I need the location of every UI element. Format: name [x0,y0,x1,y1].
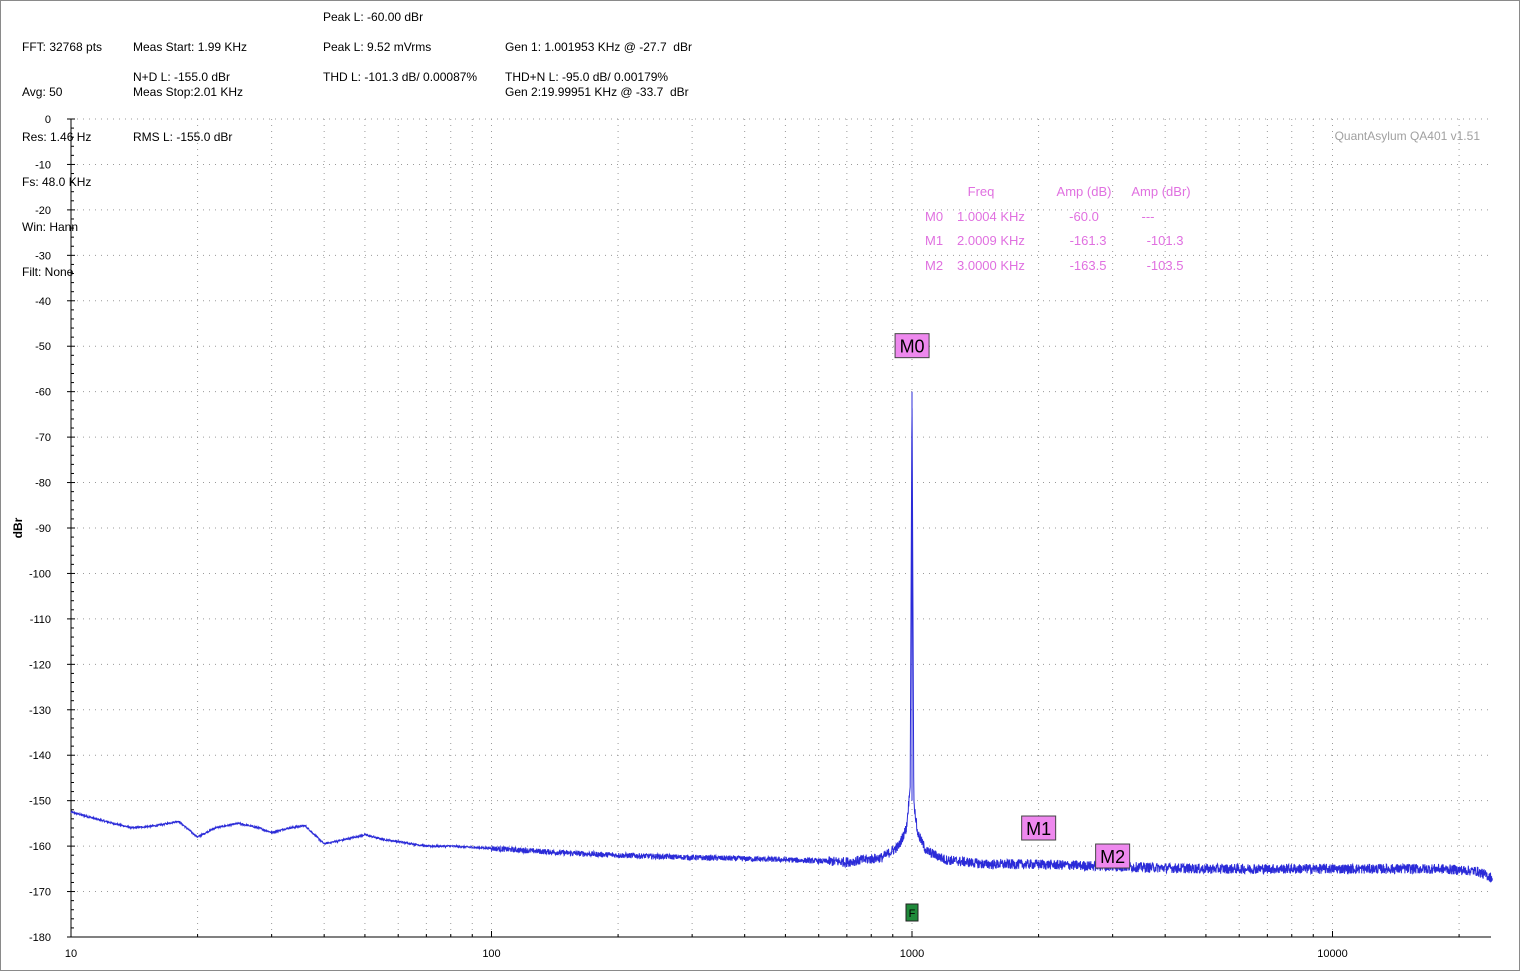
y-axis-label: dBr [11,517,25,538]
y-tick-label: -120 [29,659,51,671]
mt-row-name: M0 [925,209,943,224]
mt-header-amp-dbr: Amp (dBr) [1131,184,1190,199]
mt-row-amp-dbr: -101.3 [1147,233,1184,248]
y-tick-label: -10 [35,159,51,171]
mt-row-name: M1 [925,233,943,248]
mt-row-name: M2 [925,258,943,273]
y-tick-label: -160 [29,841,51,853]
axes: 0 -10 -20 -30 -40 -50 -60 -70 -80 -90 -100 -110 -120… [29,114,1491,960]
x-tick-label: 10000 [1317,948,1348,960]
brand-label: QuantAsylum QA401 v1.51 [1335,129,1481,143]
y-tick-label: -40 [35,296,51,308]
grid-lines [70,118,1491,938]
mt-row-amp-db: -163.5 [1070,258,1107,273]
y-tick-label: -60 [35,387,51,399]
mt-row-amp-db: -60.0 [1069,209,1099,224]
mt-row-amp-db: -161.3 [1070,233,1107,248]
mt-header-freq: Freq [968,184,995,199]
y-tick-label: 0 [45,114,51,126]
y-tick-label: -70 [35,432,51,444]
y-tick-label: -150 [29,796,51,808]
marker-label-text: M2 [1100,847,1125,867]
y-tick-label: -50 [35,341,51,353]
y-tick-label: -80 [35,478,51,490]
y-tick-label: -170 [29,887,51,899]
spectrum-trace [70,391,1493,884]
y-tick-label: -30 [35,250,51,262]
x-tick-label: 100 [482,948,500,960]
x-tick-label: 10 [65,948,77,960]
y-tick-label: -180 [29,932,51,944]
marker-label-text: M1 [1026,819,1051,839]
mt-row-amp-dbr: --- [1142,209,1155,224]
y-tick-label: -110 [30,614,51,626]
y-tick-label: -140 [29,750,51,762]
f-marker-text: F [909,908,916,920]
y-tick-label: -90 [35,523,51,535]
mt-row-freq: 1.0004 KHz [957,209,1025,224]
spectrum-chart: 0 -10 -20 -30 -40 -50 -60 -70 -80 -90 -100 -110 -120… [11,114,1493,960]
marker-table: Freq Amp (dB) Amp (dBr) M0 1.0004 KHz -6… [925,184,1191,273]
marker-labels: M0 M1 M2 F [894,333,1131,922]
mt-row-freq: 3.0000 KHz [957,258,1025,273]
marker-label-text: M0 [900,337,925,357]
mt-row-amp-dbr: -103.5 [1147,258,1184,273]
y-tick-label: -130 [29,705,51,717]
y-tick-label: -20 [35,205,51,217]
mt-header-amp-db: Amp (dB) [1057,184,1112,199]
y-tick-label: -100 [29,568,51,580]
x-tick-label: 1000 [900,948,924,960]
mt-row-freq: 2.0009 KHz [957,233,1025,248]
